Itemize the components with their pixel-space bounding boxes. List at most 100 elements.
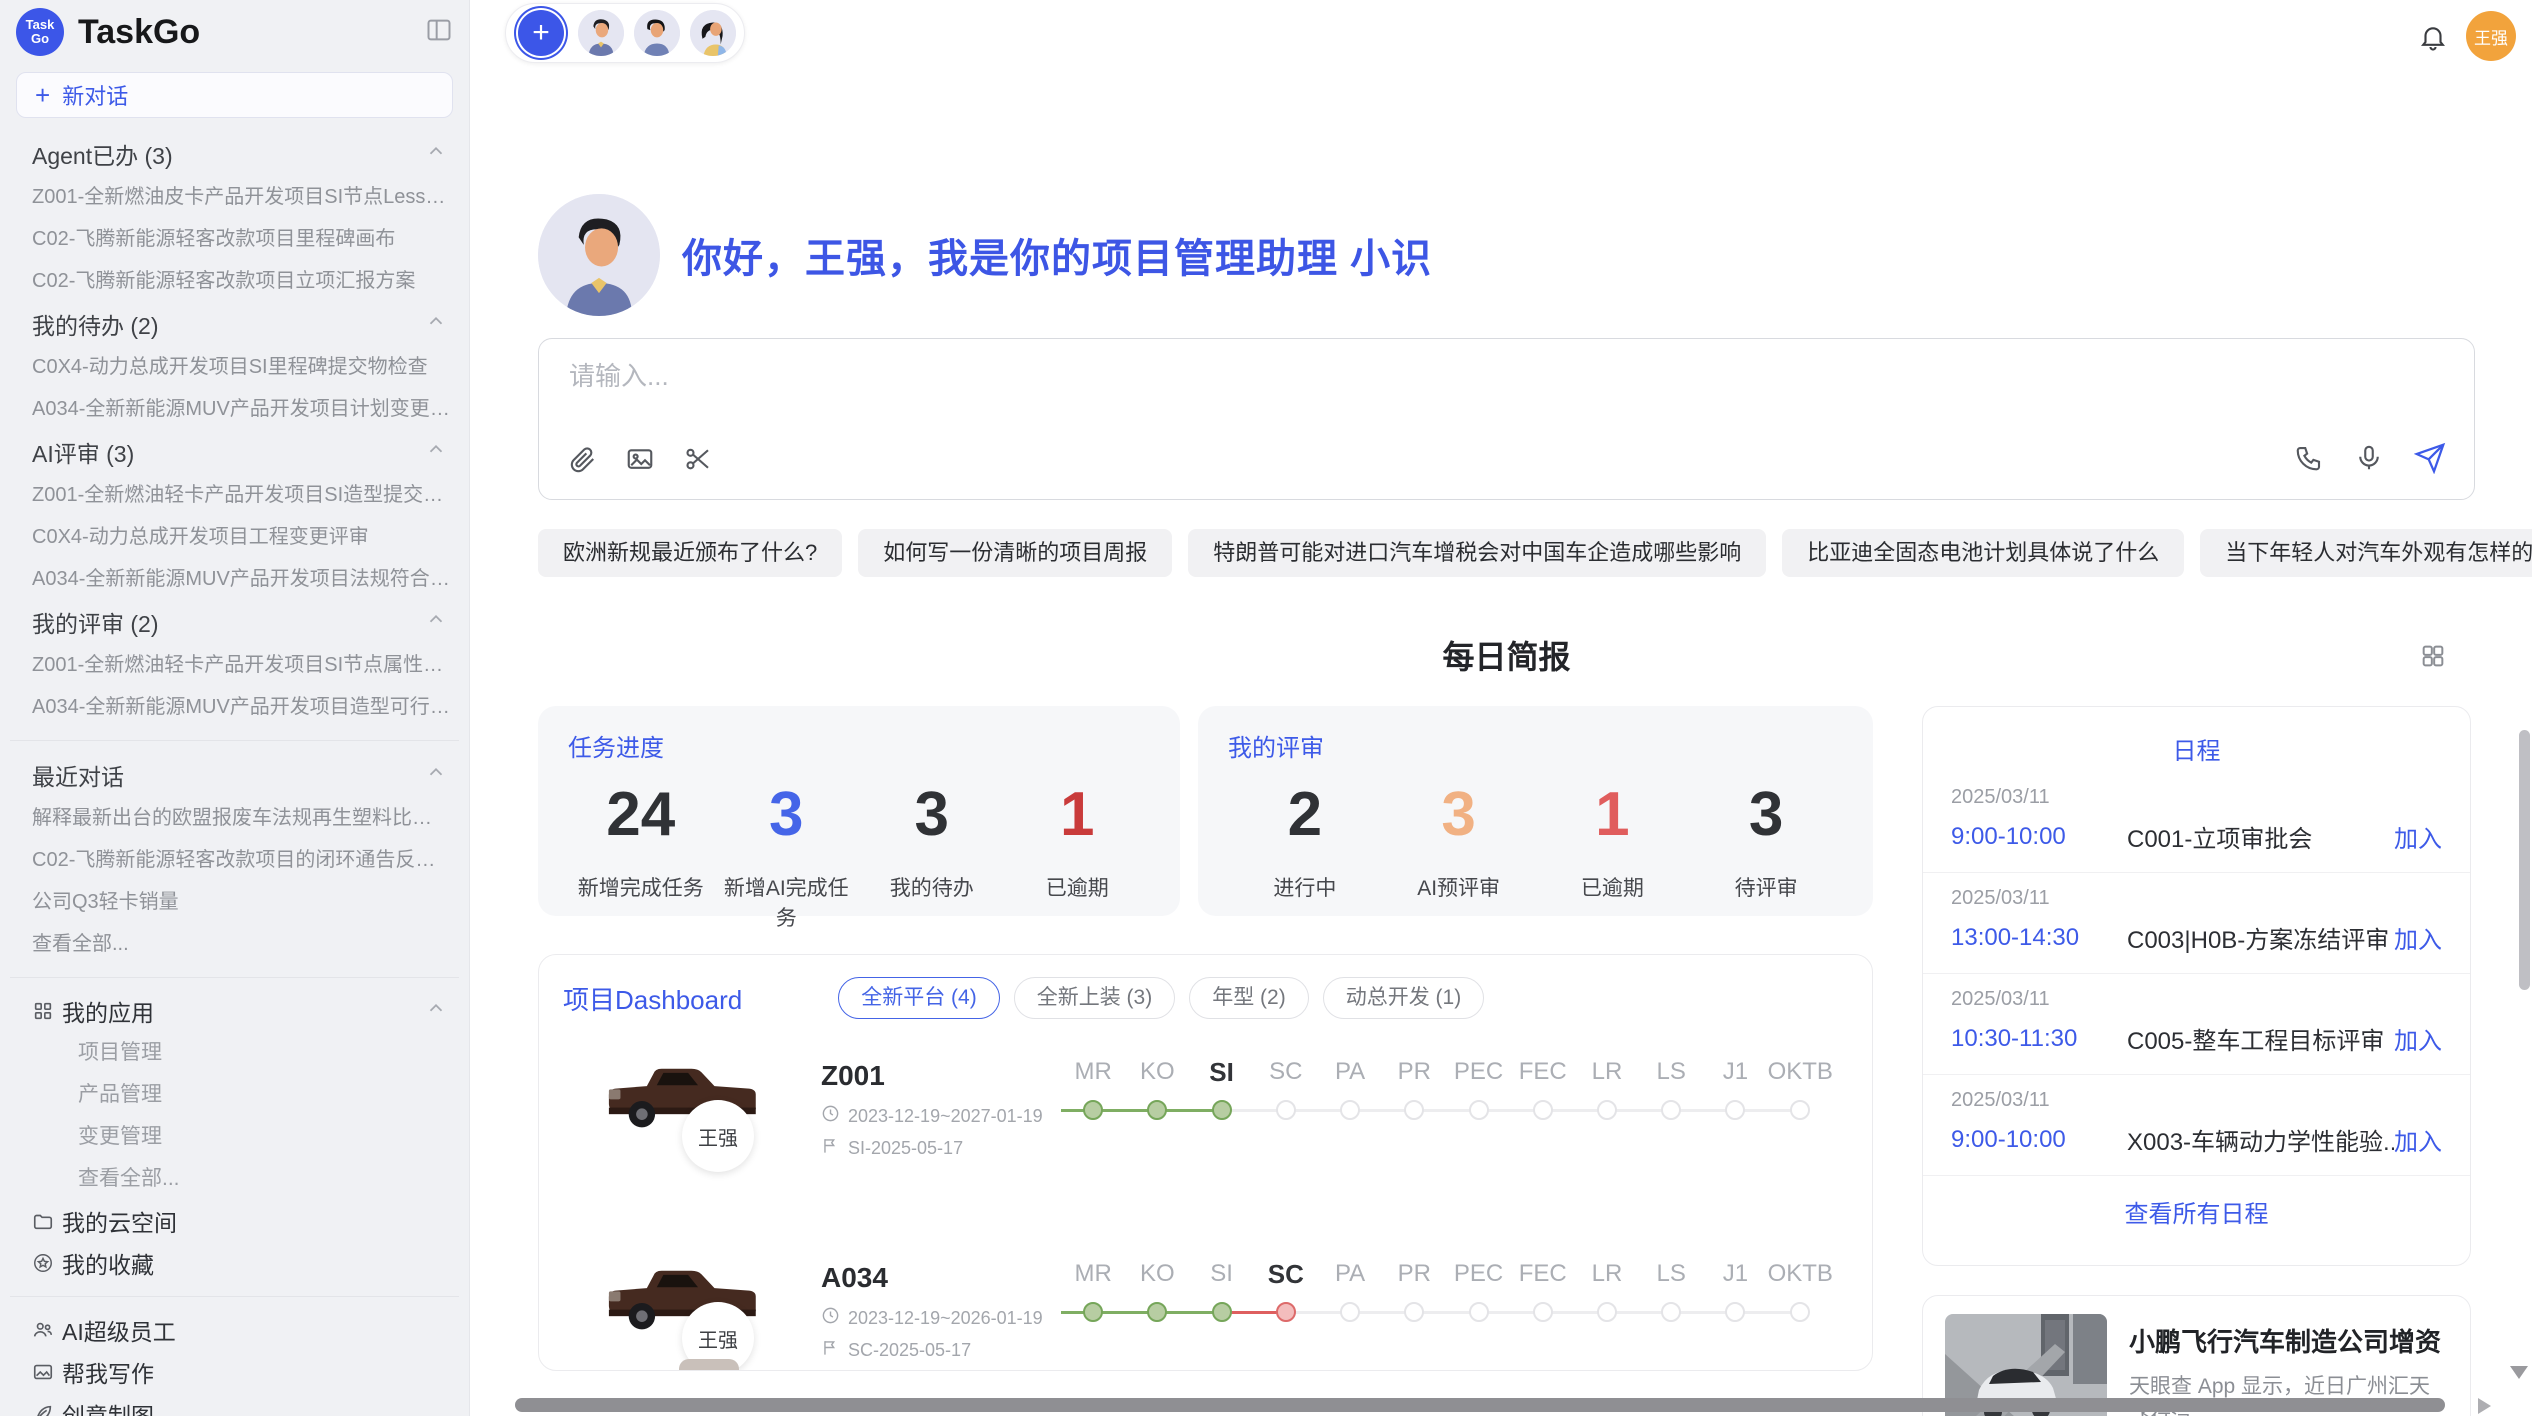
sidebar-conversation-item[interactable]: Z001-全新燃油皮卡产品开发项目SI节点Lesson Learn报告 xyxy=(0,176,469,218)
divider xyxy=(10,1296,459,1297)
suggestion-chip[interactable]: 欧洲新规最近颁布了什么? xyxy=(538,529,842,577)
scissors-icon[interactable] xyxy=(683,444,713,479)
section-recent-chats[interactable]: 最近对话 xyxy=(0,753,469,797)
chat-input[interactable] xyxy=(569,361,1730,392)
sidebar-item-cloud-space[interactable]: 我的云空间 xyxy=(0,1200,469,1242)
apps-grid-icon xyxy=(32,1000,62,1022)
sidebar-conversation-item[interactable]: A034-全新新能源MUV产品开发项目计划变更表编写 xyxy=(0,388,469,430)
stat-label: 已逾期 xyxy=(1005,872,1151,902)
chevron-up-icon[interactable] xyxy=(425,608,447,636)
collapse-sidebar-icon[interactable] xyxy=(425,16,453,49)
project-row[interactable]: 王强 A034 2023-12-19~2026-01-19 SC-2025-05… xyxy=(539,1248,1872,1371)
vertical-scrollbar[interactable] xyxy=(2519,730,2530,990)
suggestion-chips: 欧洲新规最近颁布了什么? 如何写一份清晰的项目周报 特朗普可能对进口汽车增税会对… xyxy=(538,529,2475,577)
suggestion-chip[interactable]: 特朗普可能对进口汽车增税会对中国车企造成哪些影响 xyxy=(1188,529,1766,577)
sidebar-conversation-item[interactable]: A034-全新新能源MUV产品开发项目造型可行性评审 xyxy=(0,686,469,728)
sidebar-conversation-item[interactable]: C0X4-动力总成开发项目SI里程碑提交物检查 xyxy=(0,346,469,388)
scroll-right-arrow-icon[interactable] xyxy=(2478,1398,2491,1414)
chevron-up-icon[interactable] xyxy=(425,438,447,466)
suggestion-chip[interactable]: 比亚迪全固态电池计划具体说了什么 xyxy=(1782,529,2184,577)
image-upload-icon[interactable] xyxy=(625,444,655,479)
sidebar-item-ai-super-staff[interactable]: AI超级员工 xyxy=(0,1309,469,1351)
microphone-icon[interactable] xyxy=(2354,443,2384,478)
stat-label: 待评审 xyxy=(1689,872,1843,902)
sidebar-conversation-item[interactable]: C02-飞腾新能源轻客改款项目里程碑画布 xyxy=(0,218,469,260)
section-my-todo[interactable]: 我的待办 (2) xyxy=(0,302,469,346)
sidebar-conversation-item[interactable]: C02-飞腾新能源轻客改款项目的闭环通告反馈情况 xyxy=(0,839,469,881)
join-button[interactable]: 加入 xyxy=(2394,819,2442,854)
sidebar-conversation-item[interactable]: Z001-全新燃油轻卡产品开发项目SI节点属性5D文件评审 xyxy=(0,644,469,686)
horizontal-scrollbar[interactable] xyxy=(515,1398,2445,1412)
milestone-ls: LS xyxy=(1639,1054,1703,1132)
chevron-up-icon[interactable] xyxy=(425,761,447,789)
stat-label: 新增AI完成任务 xyxy=(714,872,860,932)
chevron-up-icon[interactable] xyxy=(425,997,447,1025)
event-name: C003|H0B-方案冻结评审 xyxy=(2127,920,2394,955)
sidebar-item-my-apps[interactable]: 我的应用 xyxy=(0,990,469,1032)
scroll-down-arrow-icon[interactable] xyxy=(2510,1366,2528,1379)
section-ai-review[interactable]: AI评审 (3) xyxy=(0,430,469,474)
milestone-oktb: OKTB xyxy=(1768,1256,1833,1334)
next-project-peek xyxy=(679,1359,739,1371)
divider xyxy=(10,977,459,978)
sidebar-conversation-item[interactable]: 公司Q3轻卡销量 xyxy=(0,881,469,923)
join-button[interactable]: 加入 xyxy=(2394,920,2442,955)
new-chat-button[interactable]: + 新对话 xyxy=(16,72,453,118)
sidebar-conversation-item[interactable]: A034-全新新能源MUV产品开发项目法规符合性评审 xyxy=(0,558,469,600)
milestone-pa: PA xyxy=(1318,1054,1382,1132)
sidebar-item-help-write[interactable]: 帮我写作 xyxy=(0,1351,469,1393)
filter-tab[interactable]: 全新上装 (3) xyxy=(1014,977,1176,1019)
join-button[interactable]: 加入 xyxy=(2394,1021,2442,1056)
daily-brief-header: 每日简报 xyxy=(538,634,2475,680)
attachment-icon[interactable] xyxy=(567,444,597,479)
stat-label: AI预评审 xyxy=(1382,872,1536,902)
main-content: 你好，王强，我是你的项目管理助理 小识 欧洲新规最近颁布了什么? 如何写一份清晰… xyxy=(538,0,2475,1416)
project-flag: SI-2025-05-17 xyxy=(848,1138,963,1159)
milestone-timeline: MRKOSISCPAPRPECFECLRLSJ1OKTB xyxy=(1061,1054,1833,1132)
sidebar-app-project-mgmt[interactable]: 项目管理 xyxy=(0,1032,469,1074)
event-date: 2025/03/11 xyxy=(1951,887,2442,910)
sidebar-conversation-item[interactable]: C02-飞腾新能源轻客改款项目立项汇报方案 xyxy=(0,260,469,302)
sidebar-conversation-item[interactable]: Z001-全新燃油轻卡产品开发项目SI造型提交物评审 xyxy=(0,474,469,516)
stat-value: 3 xyxy=(1689,779,1843,850)
filter-tab[interactable]: 全新平台 (4) xyxy=(838,977,1000,1019)
milestone-lr: LR xyxy=(1575,1256,1639,1334)
main-area: + 王强 你好，王强，我是你的项目管理助理 小识 xyxy=(470,0,2532,1416)
event-time: 9:00-10:00 xyxy=(1951,823,2127,851)
apps-view-all[interactable]: 查看全部... xyxy=(0,1158,469,1200)
input-tools-left xyxy=(567,444,713,479)
milestone-timeline: MRKOSISCPAPRPECFECLRLSJ1OKTB xyxy=(1061,1256,1833,1334)
sidebar-item-favorites[interactable]: 我的收藏 xyxy=(0,1242,469,1284)
sidebar-conversation-item[interactable]: C0X4-动力总成开发项目工程变更评审 xyxy=(0,516,469,558)
chevron-up-icon[interactable] xyxy=(425,140,447,168)
milestone-oktb: OKTB xyxy=(1768,1054,1833,1132)
sidebar-app-product-mgmt[interactable]: 产品管理 xyxy=(0,1074,469,1116)
layout-grid-icon[interactable] xyxy=(2419,642,2447,675)
sidebar-item-creative-draw[interactable]: 创意制图 xyxy=(0,1393,469,1416)
filter-tab[interactable]: 年型 (2) xyxy=(1189,977,1309,1019)
sidebar-app-change-mgmt[interactable]: 变更管理 xyxy=(0,1116,469,1158)
stat-value: 3 xyxy=(714,779,860,850)
sidebar-conversation-item[interactable]: 解释最新出台的欧盟报废车法规再生塑料比例被调至15%... xyxy=(0,797,469,839)
section-my-review[interactable]: 我的评审 (2) xyxy=(0,600,469,644)
milestone-si: SI xyxy=(1189,1054,1253,1132)
milestone-ko: KO xyxy=(1125,1256,1189,1334)
send-icon[interactable] xyxy=(2414,442,2446,479)
section-agent-done[interactable]: Agent已办 (3) xyxy=(0,132,469,176)
view-all-schedule[interactable]: 查看所有日程 xyxy=(1923,1176,2470,1247)
milestone-lr: LR xyxy=(1575,1054,1639,1132)
stat-in-progress: 2 进行中 xyxy=(1228,779,1382,902)
suggestion-chip[interactable]: 当下年轻人对汽车外观有怎样的喜好趋势 xyxy=(2200,529,2532,577)
milestone-mr: MR xyxy=(1061,1256,1125,1334)
join-button[interactable]: 加入 xyxy=(2394,1122,2442,1157)
chevron-up-icon[interactable] xyxy=(425,310,447,338)
recent-view-all[interactable]: 查看全部... xyxy=(0,923,469,965)
filter-tab[interactable]: 动总开发 (1) xyxy=(1323,977,1485,1019)
left-column: 任务进度 24 新增完成任务 3 新增AI完成任务 xyxy=(538,706,1873,1416)
phone-icon[interactable] xyxy=(2294,443,2324,478)
milestone-pr: PR xyxy=(1382,1256,1446,1334)
suggestion-chip[interactable]: 如何写一份清晰的项目周报 xyxy=(858,529,1172,577)
project-row[interactable]: 王强 Z001 2023-12-19~2027-01-19 SI-2025-05… xyxy=(539,1046,1872,1246)
greeting-text: 你好，王强，我是你的项目管理助理 小识 xyxy=(682,226,1432,284)
project-owner-avatar: 王强 xyxy=(682,1100,754,1172)
